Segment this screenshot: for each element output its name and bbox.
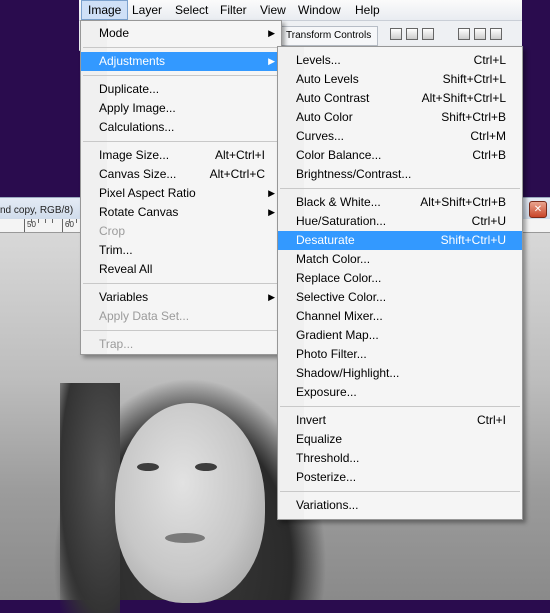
menu-item-brightness-contrast[interactable]: Brightness/Contrast... xyxy=(278,165,522,184)
menu-item-reveal-all[interactable]: Reveal All xyxy=(81,260,281,279)
menu-item-pixel-aspect-ratio[interactable]: Pixel Aspect Ratio ▶ xyxy=(81,184,281,203)
photo-eye-left xyxy=(137,463,159,471)
menu-help[interactable]: Help xyxy=(349,0,386,20)
photo-hair xyxy=(60,383,120,613)
close-icon[interactable]: ✕ xyxy=(529,201,547,218)
menu-item-match-color[interactable]: Match Color... xyxy=(278,250,522,269)
menu-item-hue-saturation[interactable]: Hue/Saturation... Ctrl+U xyxy=(278,212,522,231)
photo-lips xyxy=(165,533,205,543)
photo-face xyxy=(115,403,265,603)
shortcut-text: Ctrl+L xyxy=(473,53,506,67)
ruler-tick xyxy=(24,219,25,232)
menu-window[interactable]: Window xyxy=(292,0,347,20)
menu-item-invert[interactable]: Invert Ctrl+I xyxy=(278,411,522,430)
menu-item-variations[interactable]: Variations... xyxy=(278,496,522,515)
menu-item-equalize[interactable]: Equalize xyxy=(278,430,522,449)
menu-layer[interactable]: Layer xyxy=(126,0,168,20)
submenu-arrow-icon: ▶ xyxy=(268,188,275,198)
menu-filter[interactable]: Filter xyxy=(214,0,253,20)
menu-item-exposure[interactable]: Exposure... xyxy=(278,383,522,402)
menu-separator xyxy=(83,75,279,76)
menu-item-auto-color[interactable]: Auto Color Shift+Ctrl+B xyxy=(278,108,522,127)
align-top-icon[interactable] xyxy=(390,28,402,40)
menu-item-apply-image[interactable]: Apply Image... xyxy=(81,99,281,118)
menu-item-auto-levels[interactable]: Auto Levels Shift+Ctrl+L xyxy=(278,70,522,89)
menu-item-adjustments[interactable]: Adjustments ▶ xyxy=(81,52,281,71)
menu-separator xyxy=(83,141,279,142)
shortcut-text: Ctrl+I xyxy=(476,413,506,427)
menu-item-levels[interactable]: Levels... Ctrl+L xyxy=(278,51,522,70)
align-right-icon[interactable] xyxy=(490,28,502,40)
menu-separator xyxy=(83,47,279,48)
ruler-tick xyxy=(76,219,77,223)
menu-item-gradient-map[interactable]: Gradient Map... xyxy=(278,326,522,345)
shortcut-text: Shift+Ctrl+B xyxy=(441,110,506,124)
menu-item-desaturate[interactable]: Desaturate Shift+Ctrl+U xyxy=(278,231,522,250)
ruler-tick xyxy=(52,219,53,223)
menu-item-selective-color[interactable]: Selective Color... xyxy=(278,288,522,307)
menu-item-black-white[interactable]: Black & White... Alt+Shift+Ctrl+B xyxy=(278,193,522,212)
menu-view[interactable]: View xyxy=(254,0,292,20)
menu-item-calculations[interactable]: Calculations... xyxy=(81,118,281,137)
submenu-arrow-icon: ▶ xyxy=(268,207,275,217)
menu-item-rotate-canvas[interactable]: Rotate Canvas ▶ xyxy=(81,203,281,222)
document-title: nd copy, RGB/8) xyxy=(0,205,74,216)
ruler-tick xyxy=(31,219,32,223)
menu-item-duplicate[interactable]: Duplicate... xyxy=(81,80,281,99)
menu-item-curves[interactable]: Curves... Ctrl+M xyxy=(278,127,522,146)
menu-item-shadow-highlight[interactable]: Shadow/Highlight... xyxy=(278,364,522,383)
shortcut-text: Alt+Ctrl+C xyxy=(209,167,265,181)
menu-separator xyxy=(280,406,520,407)
image-menu: Mode ▶ Adjustments ▶ Duplicate... Apply … xyxy=(80,20,282,355)
shortcut-text: Ctrl+B xyxy=(472,148,506,162)
menu-item-mode[interactable]: Mode ▶ xyxy=(81,24,281,43)
menu-select[interactable]: Select xyxy=(169,0,214,20)
menu-item-canvas-size[interactable]: Canvas Size... Alt+Ctrl+C xyxy=(81,165,281,184)
ruler-tick xyxy=(38,219,39,223)
menu-item-photo-filter[interactable]: Photo Filter... xyxy=(278,345,522,364)
shortcut-text: Alt+Shift+Ctrl+B xyxy=(420,195,506,209)
menu-item-apply-data-set: Apply Data Set... xyxy=(99,309,190,323)
shortcut-text: Shift+Ctrl+U xyxy=(440,233,506,247)
menu-item-auto-contrast[interactable]: Auto Contrast Alt+Shift+Ctrl+L xyxy=(278,89,522,108)
menu-item-posterize[interactable]: Posterize... xyxy=(278,468,522,487)
shortcut-text: Alt+Ctrl+I xyxy=(214,148,265,162)
menu-item-color-balance[interactable]: Color Balance... Ctrl+B xyxy=(278,146,522,165)
menu-item-trim[interactable]: Trim... xyxy=(81,241,281,260)
ruler-tick xyxy=(62,219,63,232)
shortcut-text: Ctrl+U xyxy=(471,214,506,228)
menu-separator xyxy=(280,188,520,189)
align-left-icon[interactable] xyxy=(458,28,470,40)
shortcut-text: Ctrl+M xyxy=(470,129,506,143)
menu-item-trap: Trap... xyxy=(99,337,134,351)
menu-item-threshold[interactable]: Threshold... xyxy=(278,449,522,468)
menu-separator xyxy=(83,283,279,284)
menu-item-variables[interactable]: Variables ▶ xyxy=(81,288,281,307)
menu-item-channel-mixer[interactable]: Channel Mixer... xyxy=(278,307,522,326)
photo-eye-right xyxy=(195,463,217,471)
menu-separator xyxy=(83,330,279,331)
menu-image[interactable]: Image xyxy=(81,0,129,20)
ruler-tick xyxy=(69,219,70,223)
ruler-tick xyxy=(45,219,46,223)
shortcut-text: Alt+Shift+Ctrl+L xyxy=(421,91,506,105)
menu-bar: Image Layer Select Filter View Window He… xyxy=(79,0,522,21)
submenu-arrow-icon: ▶ xyxy=(268,28,275,38)
shortcut-text: Shift+Ctrl+L xyxy=(442,72,506,86)
align-center-icon[interactable] xyxy=(474,28,486,40)
menu-item-crop: Crop xyxy=(99,224,126,238)
adjustments-submenu: Levels... Ctrl+L Auto Levels Shift+Ctrl+… xyxy=(277,46,523,520)
submenu-arrow-icon: ▶ xyxy=(268,56,275,66)
menu-item-replace-color[interactable]: Replace Color... xyxy=(278,269,522,288)
menu-item-image-size[interactable]: Image Size... Alt+Ctrl+I xyxy=(81,146,281,165)
menu-separator xyxy=(280,491,520,492)
align-middle-icon[interactable] xyxy=(406,28,418,40)
submenu-arrow-icon: ▶ xyxy=(268,292,275,302)
align-bottom-icon[interactable] xyxy=(422,28,434,40)
transform-controls-checkbox[interactable]: Transform Controls xyxy=(279,26,379,46)
